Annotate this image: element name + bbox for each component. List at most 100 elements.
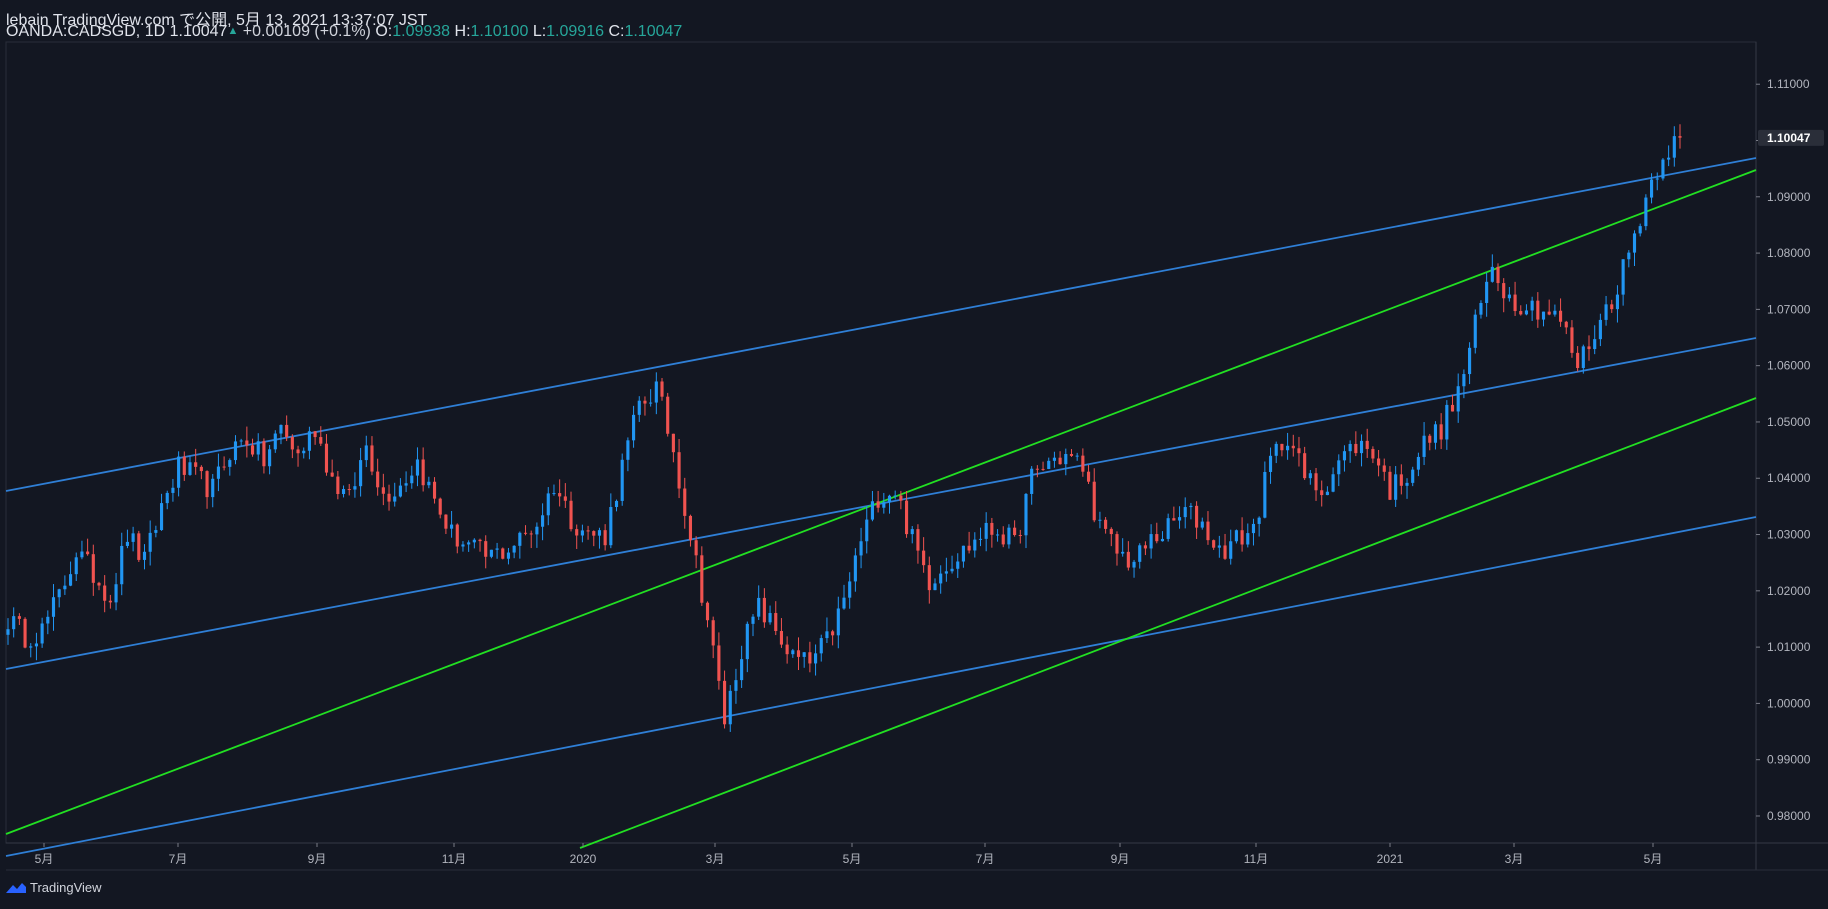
candle-body <box>57 589 61 598</box>
candle-body <box>1388 471 1392 500</box>
candle-body <box>381 487 385 494</box>
tradingview-logo[interactable]: TradingView <box>5 880 102 895</box>
candle <box>597 527 602 549</box>
candle <box>745 621 749 673</box>
candle-body <box>1337 460 1341 475</box>
candle <box>688 514 693 547</box>
candle-body <box>853 555 857 582</box>
candle <box>1246 523 1250 548</box>
candle-body <box>461 544 465 547</box>
candle-body <box>1240 530 1244 545</box>
candle <box>341 485 346 498</box>
candle <box>74 552 78 581</box>
candle <box>171 478 175 502</box>
price-chart[interactable]: 1.110001.100001.090001.080001.070001.060… <box>0 0 1828 909</box>
candle-body <box>1468 347 1472 375</box>
candle-body <box>103 585 107 601</box>
price-axis[interactable]: 1.110001.100001.090001.080001.070001.060… <box>1756 77 1824 823</box>
candle <box>17 613 21 625</box>
candle-body <box>478 539 482 542</box>
candle-body <box>341 489 346 495</box>
candle <box>1058 451 1062 465</box>
candle <box>1030 466 1034 505</box>
candle <box>415 447 420 487</box>
candle <box>990 517 994 548</box>
candle-body <box>1212 540 1216 548</box>
candle-body <box>1667 157 1671 160</box>
candle-body <box>91 554 95 583</box>
candle-body <box>1445 404 1449 440</box>
candle <box>114 572 118 611</box>
candle <box>1496 263 1500 292</box>
candle <box>1320 480 1324 507</box>
candle-body <box>859 541 863 556</box>
candle-body <box>1365 440 1369 449</box>
candle <box>484 535 488 569</box>
candle-body <box>683 488 687 516</box>
candle <box>381 473 385 506</box>
candle <box>1047 457 1051 470</box>
candle-body <box>245 440 249 446</box>
candle-body <box>68 574 73 586</box>
candle-body <box>1536 300 1540 320</box>
candle <box>893 490 897 500</box>
candle-body <box>34 643 38 647</box>
candle-body <box>609 506 613 546</box>
candle-body <box>501 548 505 559</box>
price-tick-label: 1.09000 <box>1767 190 1811 204</box>
candle-body <box>541 515 545 527</box>
candle-body <box>1058 457 1062 465</box>
candle-body <box>831 631 835 636</box>
candle <box>1644 194 1648 231</box>
candle-body <box>649 402 653 404</box>
candle-body <box>978 538 983 540</box>
candle-body <box>575 529 579 536</box>
candle-body <box>620 459 624 501</box>
candle-body <box>967 545 971 551</box>
candle <box>68 561 73 587</box>
candle-body <box>302 450 306 454</box>
candle-body <box>882 502 886 508</box>
candle-body <box>779 631 784 645</box>
time-axis[interactable]: 5月 7月 9月 11月 2020 3月 5月 7月 9月 11月 2021 3月 5月 <box>35 843 1663 866</box>
candle <box>660 378 664 401</box>
candle-body <box>1229 541 1233 559</box>
candle-body <box>1490 266 1494 282</box>
candle-body <box>489 549 493 557</box>
candle-body <box>353 486 357 490</box>
candle <box>438 497 442 519</box>
candle-body <box>1035 468 1039 470</box>
candle <box>1086 464 1091 485</box>
candle <box>1354 431 1358 457</box>
candle <box>1069 449 1074 457</box>
candle <box>1371 446 1375 464</box>
candle <box>1559 298 1563 327</box>
time-tick-label: 9月 <box>1111 852 1130 866</box>
candle <box>421 447 425 492</box>
candle <box>1399 464 1403 495</box>
candle-body <box>268 449 272 467</box>
candle-body <box>1416 456 1420 470</box>
candle <box>1485 272 1489 317</box>
price-tick-label: 1.07000 <box>1767 302 1811 316</box>
candle <box>535 522 539 548</box>
tradingview-logo-text: TradingView <box>30 880 102 895</box>
candle <box>1365 428 1369 458</box>
candle-body <box>205 471 209 498</box>
time-tick-label: 2020 <box>570 852 597 866</box>
candle <box>558 479 562 507</box>
candle <box>432 477 437 504</box>
candle-body <box>1200 521 1204 528</box>
candle-body <box>1183 507 1187 518</box>
candle <box>586 525 590 540</box>
candle-body <box>1291 445 1295 449</box>
candle-body <box>597 530 602 536</box>
candle-body <box>1593 339 1597 350</box>
candle <box>1274 441 1278 464</box>
candle-body <box>1143 545 1147 549</box>
candles <box>6 124 1682 732</box>
candle <box>927 556 931 604</box>
candle-body <box>319 437 323 444</box>
candle-body <box>848 581 852 598</box>
time-tick-label: 7月 <box>976 852 995 866</box>
